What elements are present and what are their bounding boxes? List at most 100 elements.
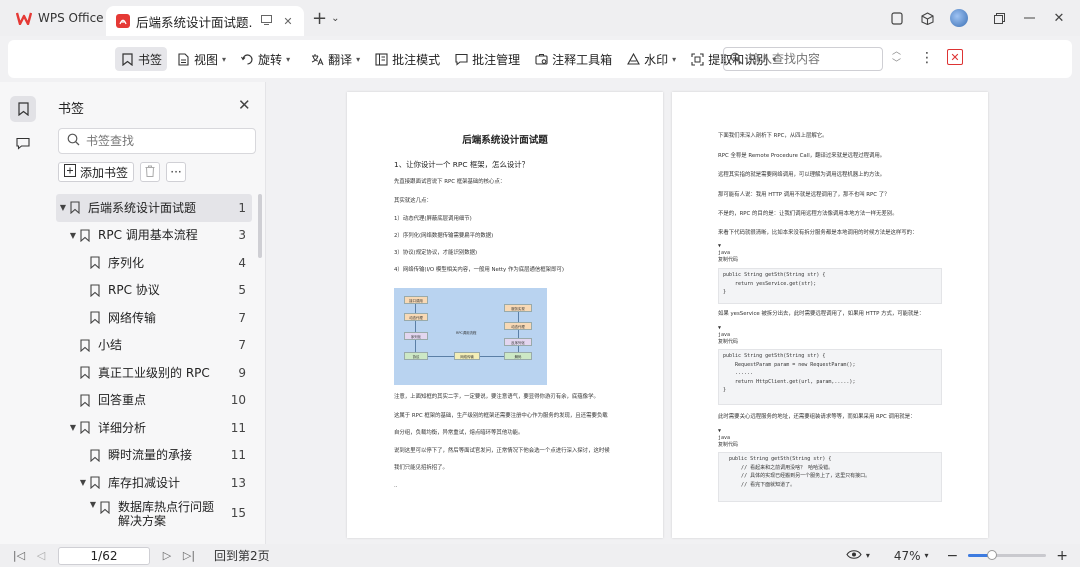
restore-window-icon[interactable] bbox=[984, 0, 1014, 36]
find-input[interactable] bbox=[748, 52, 868, 66]
rail-comment-icon[interactable] bbox=[10, 130, 36, 156]
bookmark-label: RPC 协议 bbox=[108, 283, 160, 298]
tab-home-label: WPS Office bbox=[38, 11, 104, 25]
bookmark-item[interactable]: ▼ 详细分析 11 bbox=[56, 414, 252, 442]
next-page-icon[interactable]: ▷ bbox=[156, 549, 178, 562]
bookmark-item[interactable]: 小结 7 bbox=[56, 332, 252, 360]
paragraph: 下面我们来深入剖析下 RPC，从四上层解它。 bbox=[718, 133, 828, 139]
bookmark-item[interactable]: 瞬时流量的承接 11 bbox=[56, 442, 252, 470]
back-to-page-link[interactable]: 回到第2页 bbox=[214, 547, 270, 564]
bookmark-page: 5 bbox=[238, 283, 246, 298]
tab-wps-home[interactable]: WPS Office bbox=[4, 4, 104, 32]
chevron-down-icon[interactable]: ▾ bbox=[925, 551, 929, 560]
paragraph: 自分组，负载均衡，异常重试，熔点暗环等其他功能。 bbox=[394, 430, 524, 436]
annotate-tools-button[interactable]: 注释工具箱 bbox=[529, 47, 617, 71]
bookmark-item[interactable]: ▼ 数据库热点行问题解决方案 15 bbox=[56, 497, 252, 533]
code-collapse-icon[interactable]: ▼ bbox=[718, 243, 721, 250]
scan-icon bbox=[690, 52, 704, 66]
diagram-node: 网络传输 bbox=[454, 352, 480, 360]
ellipsis-mark: ·· bbox=[394, 484, 398, 490]
add-bookmark-button[interactable]: 添加书签 bbox=[58, 162, 135, 182]
tablet-icon[interactable] bbox=[882, 0, 912, 36]
rotate-icon bbox=[240, 52, 254, 66]
more-bookmark-options-button[interactable]: ··· bbox=[166, 162, 187, 182]
close-icon[interactable]: ✕ bbox=[238, 96, 251, 114]
cube-icon[interactable] bbox=[912, 0, 942, 36]
first-page-icon[interactable]: |◁ bbox=[8, 549, 30, 562]
bookmark-item[interactable]: 真正工业级别的 RPC 9 bbox=[56, 359, 252, 387]
annotate-mode-button[interactable]: 批注模式 bbox=[369, 47, 445, 71]
close-window-icon[interactable]: ✕ bbox=[1044, 0, 1074, 36]
annotate-tools-label: 注释工具箱 bbox=[552, 52, 613, 67]
toolbox-icon bbox=[534, 52, 548, 66]
find-input-box[interactable] bbox=[723, 47, 883, 71]
zoom-out-icon[interactable]: − bbox=[947, 548, 959, 564]
new-tab-button[interactable]: + ⌄ bbox=[312, 8, 339, 29]
eye-icon[interactable] bbox=[846, 549, 862, 563]
zoom-in-icon[interactable]: + bbox=[1056, 548, 1068, 564]
chevron-down-icon[interactable]: ▾ bbox=[866, 551, 870, 560]
diagram-arrow bbox=[428, 356, 454, 357]
minimize-window-icon[interactable] bbox=[1014, 0, 1044, 36]
bookmark-item[interactable]: ▼ 后端系统设计面试题 1 bbox=[56, 194, 252, 222]
diagram-node: 协议 bbox=[404, 352, 428, 360]
left-rail bbox=[0, 82, 46, 544]
zoom-level[interactable]: 47% bbox=[894, 549, 921, 563]
screen-icon[interactable] bbox=[258, 14, 274, 28]
panel-scrollbar[interactable] bbox=[258, 194, 262, 258]
bookmark-label: 真正工业级别的 RPC bbox=[98, 365, 210, 380]
pdf-page-1: 后端系统设计面试题 1、让你设计一个 RPC 框架，怎么设计？ 先直接跟面试官说… bbox=[347, 92, 663, 538]
bookmark-item[interactable]: ▼ RPC 调用基本流程 3 bbox=[56, 222, 252, 250]
bookmark-item[interactable]: RPC 协议 5 bbox=[56, 277, 252, 305]
translate-button[interactable]: 翻译 ▾ bbox=[305, 47, 365, 71]
watermark-button[interactable]: 水印 ▾ bbox=[621, 47, 681, 71]
rail-bookmark-icon[interactable] bbox=[10, 96, 36, 122]
bookmark-search-input[interactable] bbox=[86, 134, 236, 148]
code-language-label: java 复制代码 bbox=[718, 332, 739, 345]
watermark-icon bbox=[626, 52, 640, 66]
diagram-node: 反序列化 bbox=[504, 338, 532, 346]
rotate-button[interactable]: 旋转 ▾ bbox=[235, 47, 295, 71]
more-options-icon[interactable]: ⋮ bbox=[920, 50, 934, 66]
tab-close-icon[interactable]: ✕ bbox=[280, 15, 296, 28]
paragraph: 如果 yesService 被拆分出去，此时需要远程调用了，如果用 HTTP 方… bbox=[718, 311, 925, 317]
bookmark-icon bbox=[78, 365, 92, 381]
bookmark-page: 10 bbox=[230, 393, 246, 408]
chevron-down-icon[interactable]: ▼ bbox=[78, 478, 88, 487]
exit-pdf-tools-icon[interactable]: ✕ bbox=[947, 49, 963, 65]
question-heading: 1、让你设计一个 RPC 框架，怎么设计？ bbox=[394, 160, 530, 169]
bookmark-search-box[interactable] bbox=[58, 128, 256, 154]
page-number-input[interactable] bbox=[58, 546, 150, 565]
bookmark-panel: 书签 ✕ 添加书签 ··· ▼ 后端系统设计面试题 1 bbox=[46, 82, 266, 544]
comment-icon bbox=[454, 52, 468, 66]
document-viewport[interactable]: 后端系统设计面试题 1、让你设计一个 RPC 框架，怎么设计？ 先直接跟面试官说… bbox=[267, 82, 1080, 544]
chevron-down-icon[interactable]: ﹀ bbox=[892, 58, 901, 70]
chevron-down-icon[interactable]: ▼ bbox=[88, 500, 98, 509]
bookmark-item[interactable]: 回答重点 10 bbox=[56, 387, 252, 415]
tab-document[interactable]: 后端系统设计面试题.pdf ✕ bbox=[106, 6, 304, 36]
annotate-mode-label: 批注模式 bbox=[392, 52, 441, 67]
last-page-icon[interactable]: ▷| bbox=[178, 549, 200, 562]
delete-bookmark-button[interactable] bbox=[140, 162, 161, 182]
bookmark-item[interactable]: ▼ 库存扣减设计 13 bbox=[56, 469, 252, 497]
chevron-down-icon[interactable]: ▼ bbox=[58, 203, 68, 212]
chevron-down-icon[interactable]: ▼ bbox=[68, 423, 78, 432]
zoom-slider-knob[interactable] bbox=[986, 550, 997, 560]
search-icon bbox=[67, 133, 80, 149]
chevron-down-icon[interactable]: ▼ bbox=[68, 231, 78, 240]
bookmark-item[interactable]: 网络传输 7 bbox=[56, 304, 252, 332]
code-collapse-icon[interactable]: ▼ bbox=[718, 428, 721, 435]
previous-page-icon[interactable]: ◁ bbox=[30, 549, 52, 562]
view-button[interactable]: 视图 ▾ bbox=[171, 47, 231, 71]
bookmark-page: 7 bbox=[238, 310, 246, 325]
annotate-manage-button[interactable]: 批注管理 bbox=[449, 47, 525, 71]
more-icon: ··· bbox=[170, 165, 182, 179]
bookmark-item[interactable]: 序列化 4 bbox=[56, 249, 252, 277]
zoom-slider[interactable] bbox=[968, 550, 1047, 560]
bookmark-label: 数据库热点行问题解决方案 bbox=[118, 499, 215, 528]
user-avatar[interactable] bbox=[950, 9, 968, 27]
code-collapse-icon[interactable]: ▼ bbox=[718, 325, 721, 332]
bookmark-button[interactable]: 书签 bbox=[115, 47, 168, 71]
diagram-label: RPC调用流程 bbox=[456, 331, 477, 335]
chevron-up-icon[interactable]: ︿ bbox=[892, 46, 901, 58]
